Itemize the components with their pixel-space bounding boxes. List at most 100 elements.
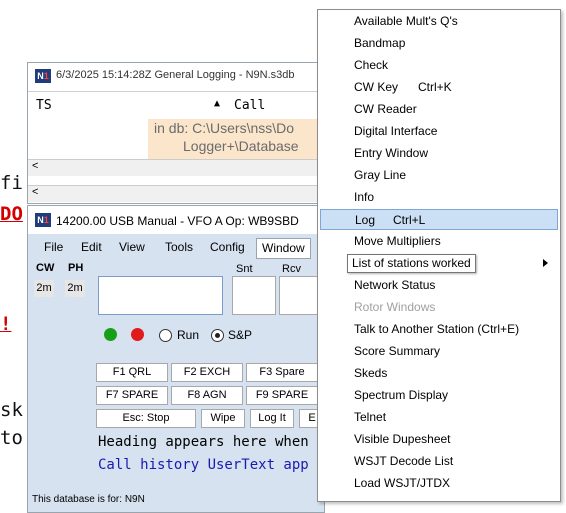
menu-item-gray-line[interactable]: Gray Line bbox=[320, 165, 558, 186]
menu-item-label: CW Reader bbox=[354, 102, 417, 116]
menu-item-label: CW Key bbox=[354, 80, 399, 94]
menu-item-label: Digital Interface bbox=[354, 124, 438, 138]
menu-item-cw-key[interactable]: CW Key Ctrl+K bbox=[320, 77, 558, 98]
database-path-line2: Logger+\Database bbox=[183, 138, 299, 154]
background-text-to: to bbox=[0, 427, 23, 449]
menu-item-cw-reader[interactable]: CW Reader bbox=[320, 99, 558, 120]
esc-stop-button[interactable]: Esc: Stop bbox=[96, 409, 196, 428]
n1mm-logo-icon: N1 bbox=[35, 69, 51, 83]
scroll-left-icon[interactable]: < bbox=[32, 160, 38, 172]
menu-item-label: Skeds bbox=[354, 366, 388, 380]
database-path-line1: in db: C:\Users\nss\Do bbox=[154, 120, 295, 136]
status-database: This database is for: N9N bbox=[32, 494, 145, 505]
sp-radio[interactable] bbox=[211, 329, 224, 342]
menu-item-move-multipliers[interactable]: Move Multipliers bbox=[320, 231, 558, 252]
column-ts[interactable]: TS bbox=[36, 98, 52, 113]
menu-item-spectrum-display[interactable]: Spectrum Display bbox=[320, 385, 558, 406]
menu-config[interactable]: Config bbox=[210, 240, 245, 254]
call-history-text: Call history UserText app bbox=[98, 457, 309, 473]
column-call[interactable]: Call bbox=[234, 98, 265, 113]
menu-window[interactable]: Window bbox=[256, 238, 311, 259]
background-text-exclaim: ! bbox=[0, 313, 12, 335]
log-window-title: 6/3/2025 15:14:28Z General Logging - N9N… bbox=[56, 69, 295, 81]
menu-tools[interactable]: Tools bbox=[165, 240, 193, 254]
menu-item-check[interactable]: Check bbox=[320, 55, 558, 76]
menu-item-label: Talk to Another Station (Ctrl+E) bbox=[354, 322, 520, 336]
entry-window-title: 14200.00 USB Manual - VFO A Op: WB9SBD bbox=[56, 214, 299, 228]
menu-item-digital-interface[interactable]: Digital Interface bbox=[320, 121, 558, 142]
f9-button[interactable]: F9 SPARE bbox=[246, 386, 318, 405]
callsign-input[interactable] bbox=[98, 276, 223, 315]
menu-view[interactable]: View bbox=[119, 240, 145, 254]
n1mm-logo-icon: N1 bbox=[35, 213, 51, 227]
run-radio[interactable] bbox=[159, 329, 172, 342]
heading-text: Heading appears here when bbox=[98, 434, 309, 450]
ph-band-button[interactable]: 2m bbox=[65, 280, 85, 297]
menu-item-skeds[interactable]: Skeds bbox=[320, 363, 558, 384]
log-window: N1 6/3/2025 15:14:28Z General Logging - … bbox=[27, 62, 329, 204]
entry-window-titlebar[interactable]: N1 14200.00 USB Manual - VFO A Op: WB9SB… bbox=[28, 206, 324, 234]
green-status-icon[interactable] bbox=[104, 328, 117, 341]
menu-item-score-summary[interactable]: Score Summary bbox=[320, 341, 558, 362]
menu-item-label: Telnet bbox=[354, 410, 387, 424]
menu-item-load-wsjt-jtdx[interactable]: Load WSJT/JTDX bbox=[320, 473, 558, 494]
menu-item-network-status[interactable]: Network Status bbox=[320, 275, 558, 296]
cw-band-button[interactable]: 2m bbox=[34, 280, 54, 297]
sort-up-icon: ▲ bbox=[214, 98, 221, 109]
menu-item-log[interactable]: Log Ctrl+L bbox=[320, 209, 558, 230]
menu-item-label: Info bbox=[354, 190, 375, 204]
menu-item-label: Visible Dupesheet bbox=[354, 432, 451, 446]
menu-item-label: Spectrum Display bbox=[354, 388, 449, 402]
snt-label: Snt bbox=[236, 263, 253, 275]
snt-input[interactable] bbox=[232, 276, 276, 315]
f1-button[interactable]: F1 QRL bbox=[96, 363, 168, 382]
menu-item-shortcut: Ctrl+K bbox=[418, 80, 452, 94]
log-window-titlebar[interactable]: N1 6/3/2025 15:14:28Z General Logging - … bbox=[28, 63, 328, 92]
menu-item-label: Network Status bbox=[354, 278, 436, 292]
mode-cw-label: CW bbox=[36, 262, 55, 274]
menu-item-wsjt-decode-list[interactable]: WSJT Decode List bbox=[320, 451, 558, 472]
red-status-icon[interactable] bbox=[131, 328, 144, 341]
horizontal-scrollbar[interactable]: < bbox=[28, 159, 328, 176]
background-text-sk: sk bbox=[0, 399, 23, 421]
menu-item-telnet[interactable]: Telnet bbox=[320, 407, 558, 428]
horizontal-scrollbar-2[interactable]: < bbox=[28, 185, 328, 202]
menu-edit[interactable]: Edit bbox=[81, 240, 102, 254]
menu-item-bandmap[interactable]: Bandmap bbox=[320, 33, 558, 54]
menu-item-label: Entry Window bbox=[354, 146, 429, 160]
menu-item-visible-dupesheet[interactable]: Visible Dupesheet bbox=[320, 429, 558, 450]
f8-button[interactable]: F8 AGN bbox=[171, 386, 243, 405]
f3-button[interactable]: F3 Spare bbox=[246, 363, 318, 382]
menu-item-label: Rotor Windows bbox=[354, 300, 436, 314]
background-text-fi: fi bbox=[0, 172, 23, 194]
menu-item-label: Gray Line bbox=[354, 168, 407, 182]
menu-item-label: Load WSJT/JTDX bbox=[354, 476, 451, 490]
sp-label: S&P bbox=[228, 328, 253, 342]
f7-button[interactable]: F7 SPARE bbox=[96, 386, 168, 405]
database-info: in db: C:\Users\nss\Do Logger+\Database bbox=[148, 119, 328, 159]
menu-item-label: Check bbox=[354, 58, 389, 72]
menu-item-label: Move Multipliers bbox=[354, 234, 441, 248]
run-label: Run bbox=[177, 328, 200, 342]
background-text-do: DO bbox=[0, 203, 23, 225]
menu-item-entry-window[interactable]: Entry Window bbox=[320, 143, 558, 164]
f2-button[interactable]: F2 EXCH bbox=[171, 363, 243, 382]
menu-file[interactable]: File bbox=[44, 240, 63, 254]
menu-item-label: Available Mult's Q's bbox=[354, 14, 458, 28]
menu-item-talk-to-another-station-ctrl-e[interactable]: Talk to Another Station (Ctrl+E) bbox=[320, 319, 558, 340]
menu-item-rotor-windows: Rotor Windows bbox=[320, 297, 558, 318]
entry-menubar: File Edit View Tools Config Window bbox=[28, 236, 324, 259]
rcv-label: Rcv bbox=[282, 263, 301, 275]
entry-window: N1 14200.00 USB Manual - VFO A Op: WB9SB… bbox=[27, 205, 326, 513]
menu-item-info[interactable]: Info bbox=[320, 187, 558, 208]
mode-ph-label: PH bbox=[68, 262, 84, 274]
wipe-button[interactable]: Wipe bbox=[201, 409, 245, 428]
scroll-left-icon-2[interactable]: < bbox=[32, 186, 38, 198]
submenu-arrow-icon bbox=[543, 259, 548, 267]
log-it-button[interactable]: Log It bbox=[250, 409, 294, 428]
menu-item-label: Log bbox=[355, 213, 376, 227]
menu-item-shortcut: Ctrl+L bbox=[393, 213, 426, 227]
menu-item-available-mult-s-q-s[interactable]: Available Mult's Q's bbox=[320, 11, 558, 32]
menu-item-label: Bandmap bbox=[354, 36, 406, 50]
menu-tooltip: List of stations worked bbox=[347, 254, 476, 273]
